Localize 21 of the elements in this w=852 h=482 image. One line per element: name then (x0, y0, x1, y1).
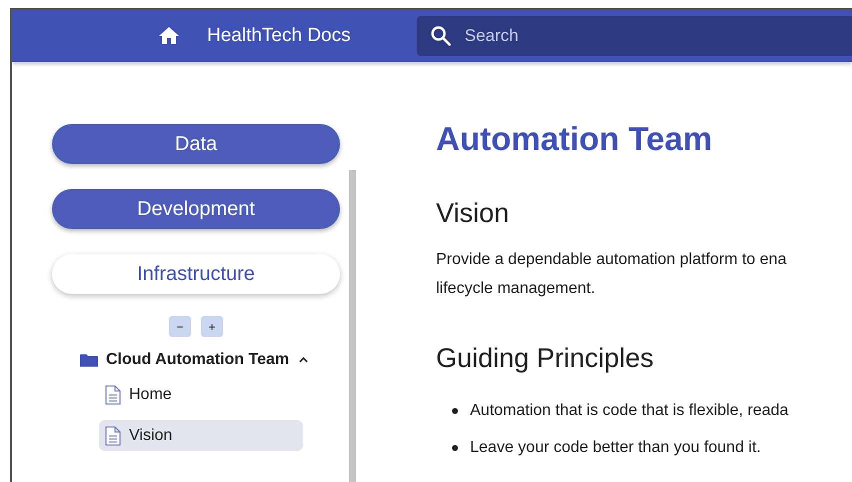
bullet-text: Leave your code better than you found it. (470, 438, 761, 456)
section-button[interactable]: Data (52, 124, 340, 164)
site-title[interactable]: HealthTech Docs (207, 25, 351, 47)
folder-label[interactable]: Cloud Automation Team (106, 351, 290, 369)
paragraph: Provide a dependable automation platform to ena lifecycle management. (436, 250, 788, 299)
document-icon (105, 384, 121, 404)
caret-icon[interactable] (299, 357, 308, 363)
expand-button[interactable]: + (201, 316, 223, 337)
tree-item[interactable]: Vision (99, 420, 303, 451)
section-button[interactable]: Infrastructure (52, 254, 340, 294)
collapse-button[interactable]: − (169, 316, 191, 337)
section-heading: Guiding Principles (436, 343, 655, 374)
bullet-text: Automation that is code that is flexible, reada (470, 402, 788, 420)
section-button[interactable]: Development (52, 189, 340, 229)
scrollbar[interactable] (349, 170, 356, 482)
folder-icon (80, 352, 98, 368)
document-icon (105, 426, 121, 446)
page-title: Automation Team (436, 120, 714, 158)
tree-item[interactable]: Home (99, 379, 303, 410)
section-heading: Vision (436, 198, 510, 229)
search-field[interactable]: Search (416, 16, 852, 56)
